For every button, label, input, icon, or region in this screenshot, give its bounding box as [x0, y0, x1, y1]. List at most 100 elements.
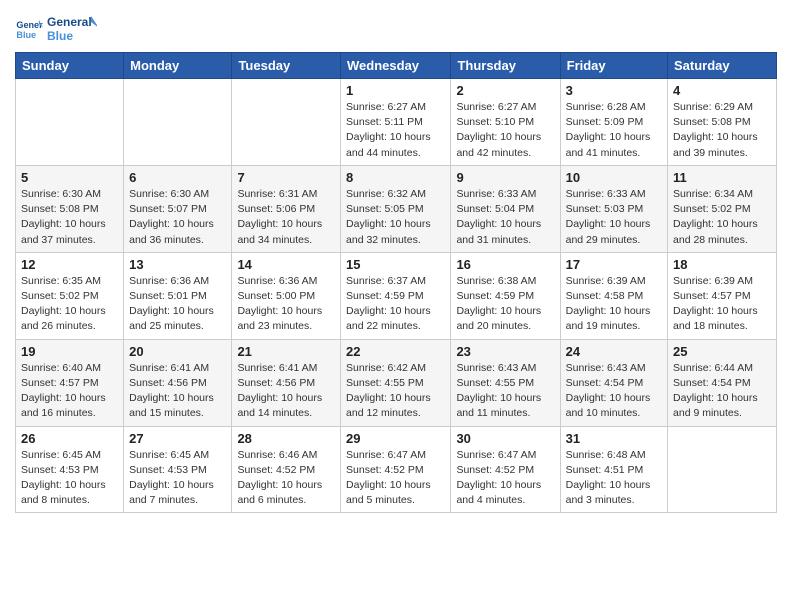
- day-number: 24: [566, 344, 662, 359]
- day-info: Sunrise: 6:41 AM Sunset: 4:56 PM Dayligh…: [237, 361, 335, 422]
- calendar-cell: 17 Sunrise: 6:39 AM Sunset: 4:58 PM Dayli…: [560, 252, 667, 339]
- calendar-cell: 8 Sunrise: 6:32 AM Sunset: 5:05 PM Daylig…: [341, 165, 451, 252]
- calendar-cell: 12Sunrise: 6:35 AM Sunset: 5:02 PM Dayli…: [16, 252, 124, 339]
- day-number: 15: [346, 257, 445, 272]
- calendar-cell: 9 Sunrise: 6:33 AM Sunset: 5:04 PM Daylig…: [451, 165, 560, 252]
- day-number: 11: [673, 170, 771, 185]
- day-number: 17: [566, 257, 662, 272]
- day-info: Sunrise: 6:33 AM Sunset: 5:03 PM Dayligh…: [566, 187, 662, 248]
- day-info: Sunrise: 6:32 AM Sunset: 5:05 PM Dayligh…: [346, 187, 445, 248]
- weekday-friday: Friday: [560, 53, 667, 79]
- day-info: Sunrise: 6:42 AM Sunset: 4:55 PM Dayligh…: [346, 361, 445, 422]
- calendar-cell: 24Sunrise: 6:43 AM Sunset: 4:54 PM Dayli…: [560, 339, 667, 426]
- day-info: Sunrise: 6:34 AM Sunset: 5:02 PM Dayligh…: [673, 187, 771, 248]
- calendar-cell: 22Sunrise: 6:42 AM Sunset: 4:55 PM Dayli…: [341, 339, 451, 426]
- week-row-4: 19 Sunrise: 6:40 AM Sunset: 4:57 PM Dayli…: [16, 339, 777, 426]
- day-number: 12: [21, 257, 118, 272]
- calendar-cell: 20 Sunrise: 6:41 AM Sunset: 4:56 PM Dayli…: [124, 339, 232, 426]
- calendar-cell: 26 Sunrise: 6:45 AM Sunset: 4:53 PM Dayli…: [16, 426, 124, 513]
- day-number: 31: [566, 431, 662, 446]
- day-number: 8: [346, 170, 445, 185]
- day-info: Sunrise: 6:48 AM Sunset: 4:51 PM Dayligh…: [566, 448, 662, 509]
- day-info: Sunrise: 6:30 AM Sunset: 5:07 PM Dayligh…: [129, 187, 226, 248]
- calendar-cell: 4Sunrise: 6:29 AM Sunset: 5:08 PM Daylig…: [668, 79, 777, 166]
- day-info: Sunrise: 6:27 AM Sunset: 5:11 PM Dayligh…: [346, 100, 445, 161]
- day-info: Sunrise: 6:44 AM Sunset: 4:54 PM Dayligh…: [673, 361, 771, 422]
- calendar-cell: 13Sunrise: 6:36 AM Sunset: 5:01 PM Dayli…: [124, 252, 232, 339]
- day-info: Sunrise: 6:47 AM Sunset: 4:52 PM Dayligh…: [346, 448, 445, 509]
- calendar-body: 1 Sunrise: 6:27 AM Sunset: 5:11 PM Daylig…: [16, 79, 777, 513]
- day-number: 16: [456, 257, 554, 272]
- day-info: Sunrise: 6:31 AM Sunset: 5:06 PM Dayligh…: [237, 187, 335, 248]
- calendar-cell: [232, 79, 341, 166]
- week-row-2: 5 Sunrise: 6:30 AM Sunset: 5:08 PM Daylig…: [16, 165, 777, 252]
- weekday-saturday: Saturday: [668, 53, 777, 79]
- calendar-cell: [124, 79, 232, 166]
- calendar-cell: 28Sunrise: 6:46 AM Sunset: 4:52 PM Dayli…: [232, 426, 341, 513]
- day-number: 21: [237, 344, 335, 359]
- day-number: 23: [456, 344, 554, 359]
- calendar-cell: [16, 79, 124, 166]
- week-row-5: 26 Sunrise: 6:45 AM Sunset: 4:53 PM Dayli…: [16, 426, 777, 513]
- day-number: 2: [456, 83, 554, 98]
- day-number: 10: [566, 170, 662, 185]
- day-info: Sunrise: 6:43 AM Sunset: 4:55 PM Dayligh…: [456, 361, 554, 422]
- calendar-cell: 15 Sunrise: 6:37 AM Sunset: 4:59 PM Dayli…: [341, 252, 451, 339]
- week-row-3: 12Sunrise: 6:35 AM Sunset: 5:02 PM Dayli…: [16, 252, 777, 339]
- weekday-sunday: Sunday: [16, 53, 124, 79]
- day-number: 27: [129, 431, 226, 446]
- day-info: Sunrise: 6:27 AM Sunset: 5:10 PM Dayligh…: [456, 100, 554, 161]
- calendar-cell: 23 Sunrise: 6:43 AM Sunset: 4:55 PM Dayli…: [451, 339, 560, 426]
- calendar-cell: 6 Sunrise: 6:30 AM Sunset: 5:07 PM Daylig…: [124, 165, 232, 252]
- day-number: 25: [673, 344, 771, 359]
- logo: General Blue General Blue: [15, 10, 97, 46]
- calendar-cell: 18 Sunrise: 6:39 AM Sunset: 4:57 PM Dayli…: [668, 252, 777, 339]
- weekday-monday: Monday: [124, 53, 232, 79]
- day-info: Sunrise: 6:38 AM Sunset: 4:59 PM Dayligh…: [456, 274, 554, 335]
- day-number: 7: [237, 170, 335, 185]
- day-info: Sunrise: 6:30 AM Sunset: 5:08 PM Dayligh…: [21, 187, 118, 248]
- weekday-wednesday: Wednesday: [341, 53, 451, 79]
- weekday-thursday: Thursday: [451, 53, 560, 79]
- day-info: Sunrise: 6:45 AM Sunset: 4:53 PM Dayligh…: [129, 448, 226, 509]
- day-number: 9: [456, 170, 554, 185]
- calendar-cell: 7 Sunrise: 6:31 AM Sunset: 5:06 PM Daylig…: [232, 165, 341, 252]
- day-info: Sunrise: 6:47 AM Sunset: 4:52 PM Dayligh…: [456, 448, 554, 509]
- calendar-cell: 3 Sunrise: 6:28 AM Sunset: 5:09 PM Daylig…: [560, 79, 667, 166]
- day-info: Sunrise: 6:36 AM Sunset: 5:01 PM Dayligh…: [129, 274, 226, 335]
- day-info: Sunrise: 6:45 AM Sunset: 4:53 PM Dayligh…: [21, 448, 118, 509]
- day-number: 1: [346, 83, 445, 98]
- svg-text:Blue: Blue: [47, 29, 73, 43]
- week-row-1: 1 Sunrise: 6:27 AM Sunset: 5:11 PM Daylig…: [16, 79, 777, 166]
- calendar-cell: [668, 426, 777, 513]
- calendar-cell: 5 Sunrise: 6:30 AM Sunset: 5:08 PM Daylig…: [16, 165, 124, 252]
- calendar-cell: 21 Sunrise: 6:41 AM Sunset: 4:56 PM Dayli…: [232, 339, 341, 426]
- calendar-table: SundayMondayTuesdayWednesdayThursdayFrid…: [15, 52, 777, 513]
- calendar-cell: 30 Sunrise: 6:47 AM Sunset: 4:52 PM Dayli…: [451, 426, 560, 513]
- calendar-cell: 11 Sunrise: 6:34 AM Sunset: 5:02 PM Dayli…: [668, 165, 777, 252]
- calendar-cell: 19 Sunrise: 6:40 AM Sunset: 4:57 PM Dayli…: [16, 339, 124, 426]
- day-number: 18: [673, 257, 771, 272]
- day-number: 30: [456, 431, 554, 446]
- calendar-cell: 31 Sunrise: 6:48 AM Sunset: 4:51 PM Dayli…: [560, 426, 667, 513]
- day-number: 26: [21, 431, 118, 446]
- calendar-cell: 27 Sunrise: 6:45 AM Sunset: 4:53 PM Dayli…: [124, 426, 232, 513]
- day-number: 3: [566, 83, 662, 98]
- logo-icon: General Blue: [15, 14, 43, 42]
- svg-text:General: General: [47, 15, 92, 29]
- calendar-cell: 16 Sunrise: 6:38 AM Sunset: 4:59 PM Dayli…: [451, 252, 560, 339]
- day-info: Sunrise: 6:36 AM Sunset: 5:00 PM Dayligh…: [237, 274, 335, 335]
- day-info: Sunrise: 6:40 AM Sunset: 4:57 PM Dayligh…: [21, 361, 118, 422]
- page-header: General Blue General Blue: [15, 10, 777, 46]
- day-number: 19: [21, 344, 118, 359]
- day-info: Sunrise: 6:33 AM Sunset: 5:04 PM Dayligh…: [456, 187, 554, 248]
- day-number: 20: [129, 344, 226, 359]
- day-info: Sunrise: 6:37 AM Sunset: 4:59 PM Dayligh…: [346, 274, 445, 335]
- weekday-header-row: SundayMondayTuesdayWednesdayThursdayFrid…: [16, 53, 777, 79]
- day-number: 6: [129, 170, 226, 185]
- day-info: Sunrise: 6:41 AM Sunset: 4:56 PM Dayligh…: [129, 361, 226, 422]
- day-number: 5: [21, 170, 118, 185]
- day-info: Sunrise: 6:39 AM Sunset: 4:58 PM Dayligh…: [566, 274, 662, 335]
- day-info: Sunrise: 6:39 AM Sunset: 4:57 PM Dayligh…: [673, 274, 771, 335]
- day-info: Sunrise: 6:28 AM Sunset: 5:09 PM Dayligh…: [566, 100, 662, 161]
